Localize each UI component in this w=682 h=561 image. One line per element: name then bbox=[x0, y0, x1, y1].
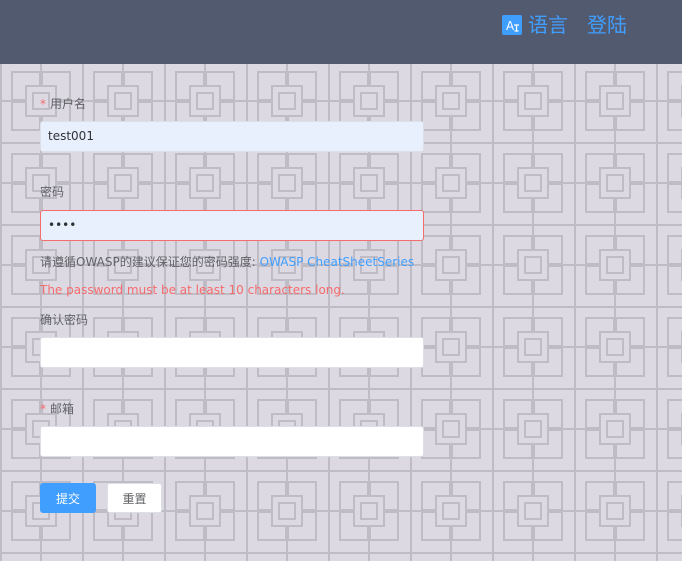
email-input[interactable] bbox=[40, 426, 424, 457]
translate-icon: A bbox=[502, 15, 522, 35]
required-mark: * bbox=[40, 97, 46, 111]
email-label: * 邮箱 bbox=[40, 402, 74, 416]
username-label: * 用户名 bbox=[40, 97, 86, 111]
owasp-cheatsheet-link[interactable]: OWASP CheatSheetSeries bbox=[260, 255, 415, 269]
top-header: A 语言 登陆 bbox=[0, 0, 682, 64]
password-error-message: The password must be at least 10 charact… bbox=[40, 283, 345, 297]
password-label: 密码 bbox=[40, 185, 65, 199]
username-input[interactable] bbox=[40, 121, 424, 152]
password-input[interactable] bbox=[40, 210, 424, 241]
language-label: 语言 bbox=[528, 13, 568, 37]
confirm-password-label: 确认密码 bbox=[40, 313, 89, 327]
password-hint-text: 请遵循OWASP的建议保证您的密码强度: bbox=[40, 255, 256, 269]
language-switch[interactable]: A 语言 bbox=[502, 13, 568, 37]
translate-icon-letter: A bbox=[506, 19, 515, 33]
submit-button[interactable]: 提交 bbox=[40, 483, 96, 513]
username-label-text: 用户名 bbox=[50, 97, 87, 111]
reset-button[interactable]: 重置 bbox=[107, 483, 162, 513]
required-mark: * bbox=[40, 402, 46, 416]
password-hint: 请遵循OWASP的建议保证您的密码强度: OWASP CheatSheetSer… bbox=[40, 255, 414, 269]
email-label-text: 邮箱 bbox=[50, 402, 75, 416]
login-link[interactable]: 登陆 bbox=[587, 13, 627, 37]
confirm-password-input[interactable] bbox=[40, 337, 424, 368]
